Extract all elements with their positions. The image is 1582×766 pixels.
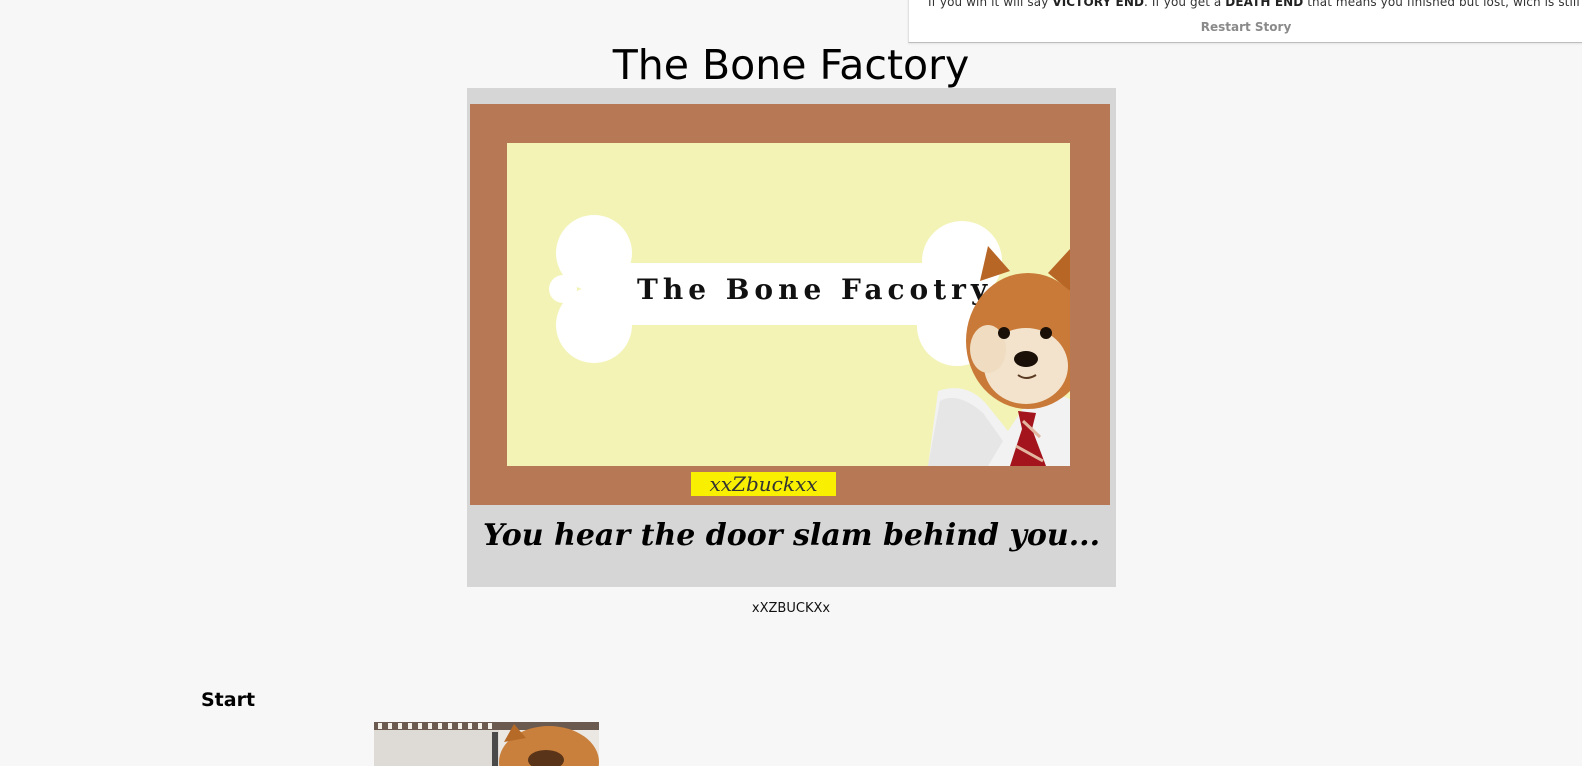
shiba-dog-photo — [374, 722, 599, 766]
cover-author-tag: xxZbuckxx — [691, 472, 836, 496]
passage-heading: Start — [201, 689, 256, 711]
instructions-text-1: If you win it will say — [928, 0, 1053, 9]
story-author: xXZBUCKXx — [751, 601, 831, 616]
restart-story-link[interactable]: Restart Story — [909, 20, 1582, 34]
story-title: The Bone Factory — [612, 41, 970, 89]
shiba-dog-in-tie-image — [928, 246, 1070, 466]
death-end-label: DEATH END — [1225, 0, 1304, 9]
instructions-text-2: . If you get a — [1144, 0, 1226, 9]
bone-title-text: The Bone Facotry — [637, 273, 993, 306]
victory-end-label: VICTORY END — [1052, 0, 1145, 9]
cover-frame: The Bone Facotry xxZbuckxx — [470, 104, 1110, 505]
instructions-text-3: that means you finished but lost, wich i… — [1307, 0, 1582, 9]
cover-tagline: You hear the door slam behind you... — [482, 518, 1101, 553]
story-cover: The Bone Facotry xxZbuckxx You hear the … — [467, 88, 1116, 587]
instructions-text: If you win it will say VICTORY END. If y… — [928, 0, 1582, 9]
cover-art: The Bone Facotry — [507, 143, 1070, 466]
instructions-panel: If you win it will say VICTORY END. If y… — [908, 0, 1582, 43]
